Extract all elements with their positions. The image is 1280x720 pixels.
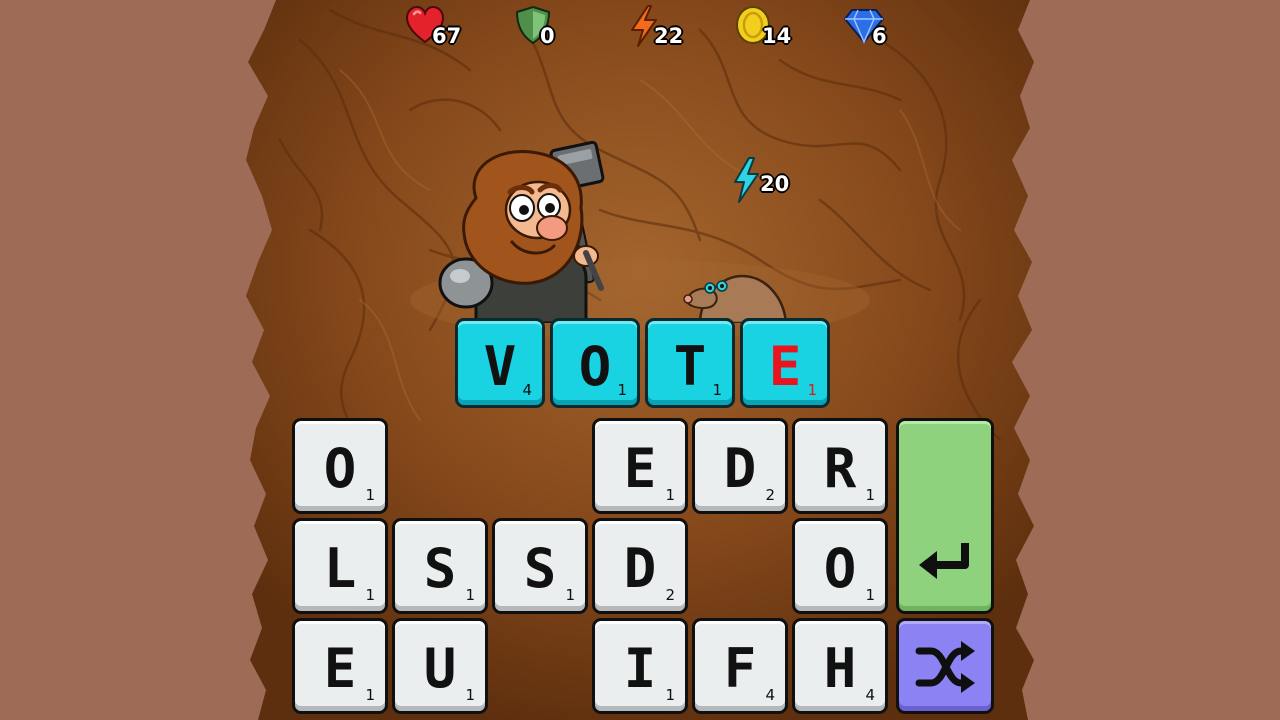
- word-tile-points: 4: [522, 381, 532, 399]
- hero-character: [438, 140, 605, 323]
- energy-value: 22: [654, 24, 684, 48]
- word-tile-points: 1: [617, 381, 627, 399]
- letter-tile[interactable]: R1: [792, 418, 888, 514]
- word-tile-points: 1: [712, 381, 722, 399]
- letter-tile[interactable]: I1: [592, 618, 688, 714]
- letter-tile-points: 4: [865, 686, 875, 704]
- game-screen: 67 0 22 14 6 20 V 4 O 1 T 1 E 1 O 1 E 1 …: [0, 0, 1280, 720]
- word-tile[interactable]: O1: [550, 318, 640, 408]
- letter-tile-points: 1: [665, 686, 675, 704]
- mole-enemy: [683, 274, 788, 323]
- letter-tile[interactable]: F4: [692, 618, 788, 714]
- enemy-attack-indicator: 20: [732, 156, 802, 204]
- word-tile[interactable]: V4: [455, 318, 545, 408]
- letter-tile-points: 1: [465, 586, 475, 604]
- word-tile-points: 1: [807, 381, 817, 399]
- letter-tile-points: 4: [765, 686, 775, 704]
- letter-tile-points: 1: [665, 486, 675, 504]
- letter-tile[interactable]: H4: [792, 618, 888, 714]
- letter-tile[interactable]: L1: [292, 518, 388, 614]
- letter-tile-points: 1: [365, 686, 375, 704]
- letter-tile[interactable]: D2: [592, 518, 688, 614]
- letter-tile[interactable]: O1: [792, 518, 888, 614]
- letter-tile[interactable]: U1: [392, 618, 488, 714]
- letter-tile-points: 2: [665, 586, 675, 604]
- letter-tile[interactable]: D2: [692, 418, 788, 514]
- letter-tile[interactable]: S1: [492, 518, 588, 614]
- letter-tile[interactable]: E1: [592, 418, 688, 514]
- letter-tile-points: 2: [765, 486, 775, 504]
- word-tile[interactable]: E1: [740, 318, 830, 408]
- letter-tile[interactable]: E1: [292, 618, 388, 714]
- letter-tile-points: 1: [365, 486, 375, 504]
- letter-tile-points: 1: [865, 586, 875, 604]
- letter-tile[interactable]: S1: [392, 518, 488, 614]
- submit-word-button[interactable]: [896, 418, 994, 614]
- enemy-attack-value: 20: [760, 172, 790, 196]
- lightning-icon: [734, 157, 759, 203]
- word-tile[interactable]: T1: [645, 318, 735, 408]
- letter-tile-points: 1: [865, 486, 875, 504]
- enter-arrow-icon: [919, 543, 969, 579]
- shuffle-icon: [915, 641, 975, 693]
- coins-value: 14: [762, 24, 792, 48]
- shuffle-button[interactable]: [896, 618, 994, 714]
- letter-tile-points: 1: [465, 686, 475, 704]
- gems-value: 6: [872, 24, 887, 48]
- letter-tile[interactable]: O1: [292, 418, 388, 514]
- letter-tile-points: 1: [365, 586, 375, 604]
- health-value: 67: [432, 24, 462, 48]
- letter-tile-points: 1: [565, 586, 575, 604]
- armor-value: 0: [540, 24, 555, 48]
